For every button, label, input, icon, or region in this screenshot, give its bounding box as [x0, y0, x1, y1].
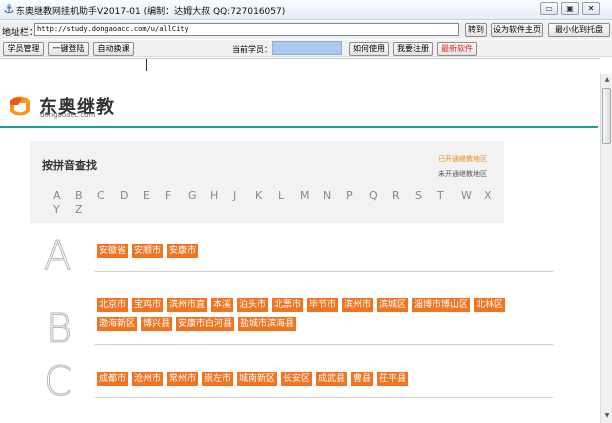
- city-tag[interactable]: 本溪: [211, 298, 234, 312]
- minimize-button[interactable]: ▭: [540, 2, 558, 15]
- current-learner-label: 当前学员：: [232, 45, 272, 54]
- pinyin-search-title: 按拼音查找: [42, 159, 97, 172]
- city-tag[interactable]: 滨州市直: [167, 298, 208, 312]
- address-bar-row: 地址栏： http://study.dongaoacc.com/u/allCit…: [0, 21, 612, 39]
- city-tag[interactable]: 安徽省: [97, 244, 129, 258]
- city-tag[interactable]: 北京市: [97, 298, 129, 312]
- scroll-thumb[interactable]: [602, 88, 611, 144]
- alphabet-letter-p[interactable]: P: [346, 189, 353, 202]
- close-button[interactable]: ✕: [582, 2, 600, 15]
- alphabet-letter-f[interactable]: F: [165, 189, 171, 202]
- alphabet-letter-r[interactable]: R: [392, 189, 400, 202]
- city-tag[interactable]: 毕节市: [307, 298, 339, 312]
- alphabet-letter-w[interactable]: W: [461, 189, 472, 202]
- alphabet-letter-d[interactable]: D: [120, 189, 128, 202]
- section-divider: [95, 344, 553, 345]
- manage-learners-button[interactable]: 学员管理: [3, 42, 44, 56]
- city-tag[interactable]: 宝鸡市: [132, 298, 164, 312]
- go-button[interactable]: 转到: [465, 23, 487, 37]
- city-tag[interactable]: 淄博市博山区: [412, 298, 471, 312]
- alphabet-letter-z[interactable]: Z: [75, 203, 83, 216]
- one-click-login-button[interactable]: 一键登陆: [48, 42, 89, 56]
- city-tag[interactable]: 安康市: [167, 244, 199, 258]
- url-input[interactable]: http://study.dongaoacc.com/u/allCity: [34, 23, 459, 36]
- section-letter-c: C: [44, 359, 73, 405]
- scroll-up-icon[interactable]: ▲: [602, 75, 612, 85]
- alphabet-letter-e[interactable]: E: [143, 189, 150, 202]
- alphabet-letter-c[interactable]: C: [97, 189, 105, 202]
- city-tag[interactable]: 北林区: [474, 298, 506, 312]
- alphabet-letter-x[interactable]: X: [484, 189, 492, 202]
- alphabet-letter-g[interactable]: G: [188, 189, 197, 202]
- alphabet-letter-k[interactable]: K: [255, 189, 262, 202]
- city-tag[interactable]: 长安区: [281, 372, 313, 386]
- site-logo-url: dongaoacc.com: [40, 111, 96, 119]
- anchor-icon: ⚓: [3, 2, 15, 16]
- pinyin-search-panel: [30, 141, 504, 223]
- current-learner-field[interactable]: [272, 41, 342, 55]
- legend-closed-regions: 未开通继教地区: [438, 170, 487, 178]
- city-tag[interactable]: 城南新区: [237, 372, 278, 386]
- city-tag[interactable]: 渤海新区: [97, 317, 138, 331]
- city-tag[interactable]: 滨州市: [342, 298, 374, 312]
- city-tag[interactable]: 曹县: [351, 372, 374, 386]
- window-title: 东奥继教网挂机助手V2017-01 (编制：达姆大叔 QQ:727016057): [16, 7, 286, 17]
- alphabet-letter-y[interactable]: Y: [53, 203, 60, 216]
- dongao-logo-icon: [10, 96, 30, 116]
- city-tag[interactable]: 成都市: [97, 372, 129, 386]
- how-to-use-button[interactable]: 如何使用: [349, 42, 389, 56]
- window-titlebar: ⚓ 东奥继教网挂机助手V2017-01 (编制：达姆大叔 QQ:72701605…: [0, 0, 612, 20]
- alphabet-letter-b[interactable]: B: [75, 189, 83, 202]
- alphabet-letter-j[interactable]: J: [233, 189, 236, 202]
- alphabet-letter-h[interactable]: H: [210, 189, 218, 202]
- city-tag[interactable]: 沧州市: [132, 372, 164, 386]
- address-label: 地址栏：: [2, 28, 39, 38]
- scroll-down-icon[interactable]: ▼: [602, 411, 612, 421]
- city-tag[interactable]: 泊头市: [237, 298, 269, 312]
- vertical-scrollbar[interactable]: ▲ ▼: [600, 74, 612, 423]
- section-divider: [95, 271, 553, 272]
- city-tag[interactable]: 崇左市: [202, 372, 234, 386]
- city-tag[interactable]: 常州市: [167, 372, 199, 386]
- alphabet-letter-q[interactable]: Q: [369, 189, 378, 202]
- section-letter-b: B: [45, 306, 73, 352]
- alphabet-letter-l[interactable]: L: [278, 189, 284, 202]
- text-cursor: [146, 59, 147, 71]
- city-tag[interactable]: 北票市: [272, 298, 304, 312]
- auto-switch-course-button[interactable]: 自动换课: [93, 42, 134, 56]
- maximize-button[interactable]: ▣: [561, 2, 579, 15]
- alphabet-letter-s[interactable]: S: [415, 189, 422, 202]
- city-tag[interactable]: 成武县: [316, 372, 348, 386]
- new-software-button[interactable]: 最新软件: [437, 42, 477, 56]
- alphabet-letter-m[interactable]: M: [300, 189, 310, 202]
- section-letter-a: A: [43, 233, 72, 279]
- city-tag[interactable]: 安康市白河县: [176, 317, 235, 331]
- alphabet-letter-n[interactable]: N: [323, 189, 331, 202]
- section-divider: [95, 397, 553, 398]
- legend-open-regions: 已开通继教地区: [438, 155, 487, 163]
- header-divider: [0, 126, 598, 128]
- city-tag[interactable]: 茌平县: [377, 372, 409, 386]
- city-tag[interactable]: 盐城市滨海县: [238, 317, 297, 331]
- minimize-tray-button[interactable]: 最小化到托盘: [548, 23, 610, 37]
- city-tag[interactable]: 滨城区: [377, 298, 409, 312]
- city-tag[interactable]: 博兴县: [141, 317, 173, 331]
- alphabet-letter-t[interactable]: T: [437, 189, 444, 202]
- city-tag[interactable]: 安顺市: [132, 244, 164, 258]
- alphabet-letter-a[interactable]: A: [53, 189, 61, 202]
- register-button[interactable]: 我要注册: [393, 42, 433, 56]
- set-home-button[interactable]: 设为软件主页: [491, 23, 543, 37]
